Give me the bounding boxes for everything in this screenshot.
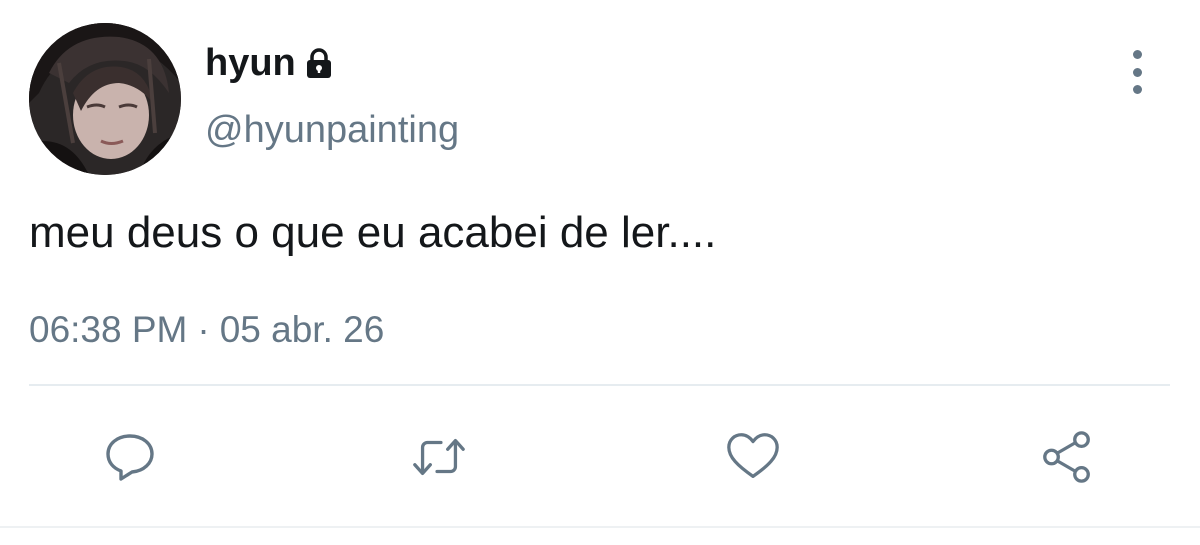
- avatar-image: [29, 23, 181, 175]
- author-row: hyun: [205, 38, 334, 88]
- divider: [29, 384, 1170, 386]
- retweet-button[interactable]: [410, 428, 468, 486]
- avatar[interactable]: [29, 23, 181, 175]
- more-dot: [1132, 67, 1142, 77]
- display-name[interactable]: hyun: [205, 44, 296, 82]
- lock-icon: [304, 47, 334, 79]
- meta-separator: ·: [197, 309, 210, 350]
- share-button[interactable]: [1038, 428, 1096, 486]
- tweet-time: 06:38 PM: [29, 309, 188, 350]
- more-vertical-icon[interactable]: [1118, 50, 1156, 94]
- bottom-divider: [0, 526, 1200, 528]
- author-handle[interactable]: @hyunpainting: [205, 108, 459, 154]
- tweet-date: 05 abr. 26: [219, 309, 385, 350]
- like-button[interactable]: [724, 428, 782, 486]
- heart-icon: [727, 433, 779, 478]
- tweet-text: meu deus o que eu acabei de ler....: [29, 208, 717, 257]
- more-dot: [1132, 85, 1142, 94]
- reply-button[interactable]: [101, 428, 159, 486]
- more-dot: [1132, 50, 1142, 59]
- retweet-icon: [413, 438, 465, 476]
- reply-icon: [106, 434, 154, 481]
- tweet-timestamp[interactable]: 06:38 PM · 05 abr. 26: [29, 308, 384, 352]
- share-icon: [1043, 431, 1090, 483]
